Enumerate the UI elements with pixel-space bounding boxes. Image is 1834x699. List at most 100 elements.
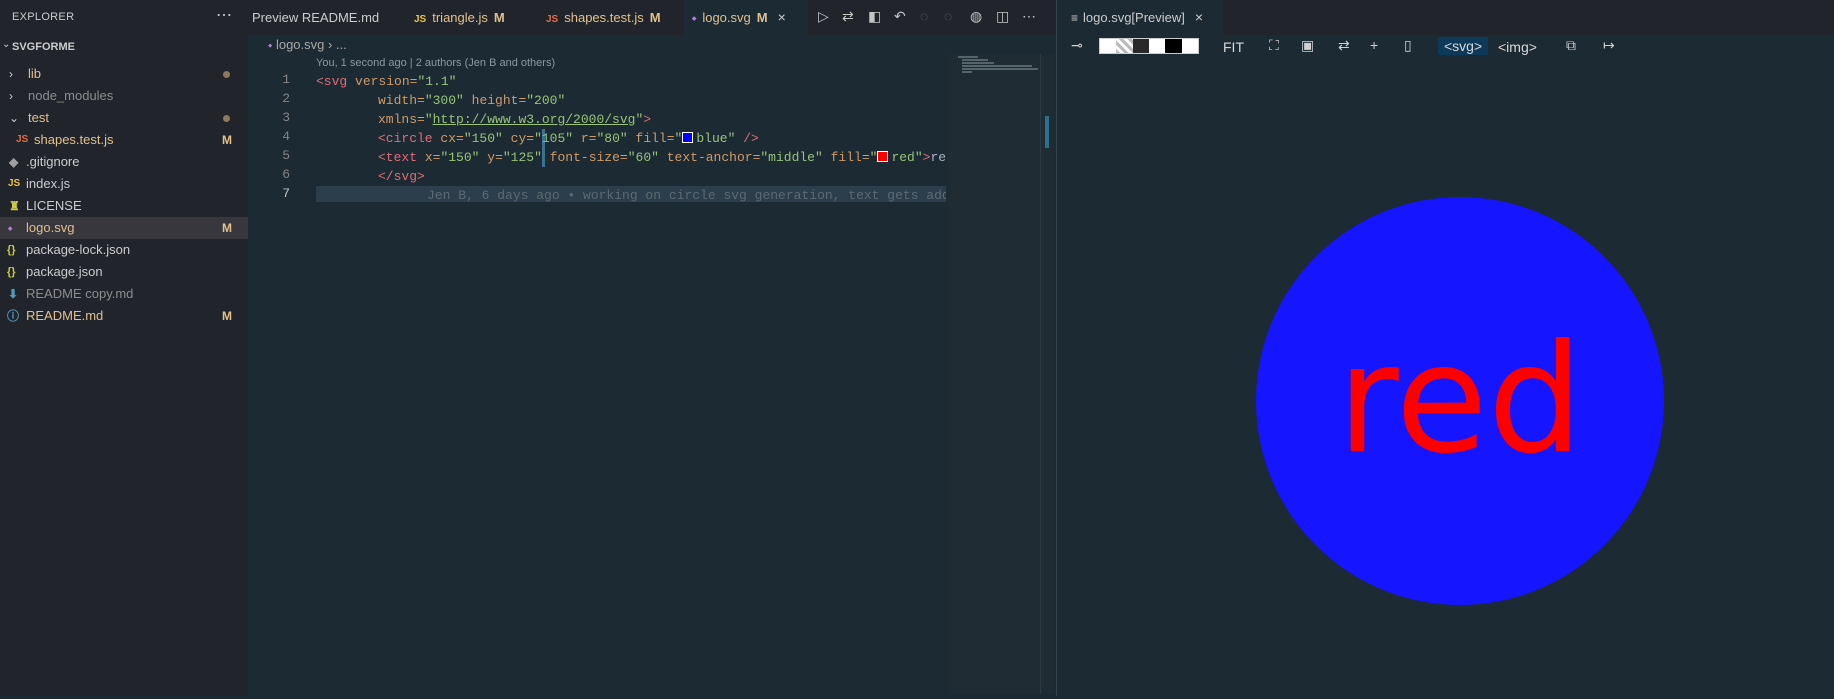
color-swatch-blue[interactable] (682, 132, 694, 143)
tab-logo-svg[interactable]: ⬩ logo.svg M × (684, 0, 808, 35)
scrollbar-thumb[interactable] (1045, 116, 1049, 148)
line-number: 6 (282, 167, 290, 182)
background-pattern-switch[interactable] (1099, 38, 1199, 54)
code-token: "80" (596, 131, 628, 146)
open-preview-icon[interactable]: ◧ (868, 8, 881, 25)
code-token: "60" (627, 150, 659, 165)
code-token: " (424, 112, 433, 127)
previous-change-icon[interactable]: ◌ (920, 8, 928, 24)
breadcrumb-file[interactable]: logo.svg (276, 37, 324, 52)
copy-icon[interactable]: ⧉ (1566, 37, 1576, 54)
bg-swatch-white[interactable] (1100, 39, 1117, 53)
tree-item-label: package-lock.json (26, 242, 131, 257)
go-back-icon[interactable]: ↶ (894, 8, 906, 25)
tree-item-shapes-test[interactable]: JS shapes.test.js M (0, 129, 248, 151)
tree-item-test[interactable]: ⌄ test (0, 107, 248, 129)
zoom-fit-icon[interactable]: ⛶ (1269, 37, 1279, 54)
minimap-line (958, 56, 978, 58)
tab-logo-svg-preview[interactable]: ≡ logo.svg[Preview] × (1057, 0, 1223, 35)
rendered-svg: red (1256, 197, 1664, 605)
project-name: SVGFORME (12, 41, 75, 53)
svg-file-icon: ⬩ (268, 38, 273, 52)
tree-item-label: README copy.md (26, 286, 134, 301)
ellipsis-icon[interactable]: ⋯ (216, 5, 232, 25)
tree-item-gitignore[interactable]: ◆ .gitignore (0, 151, 248, 173)
close-icon[interactable]: × (1195, 9, 1203, 25)
toggle-blame-icon[interactable]: ◍ (970, 8, 982, 25)
code-token: "105" (534, 131, 574, 146)
swap-icon[interactable]: ⇄ (1338, 37, 1350, 54)
code-token: "middle" (760, 150, 823, 165)
js-file-icon: JS (546, 14, 559, 25)
tree-item-node-modules[interactable]: › node_modules (0, 85, 248, 107)
tab-label: Preview README.md (252, 10, 380, 25)
line-number: 1 (282, 72, 290, 87)
modified-dot (223, 115, 230, 122)
code-token: y= (487, 150, 503, 165)
next-change-icon[interactable]: ◌ (944, 8, 952, 24)
tree-item-package-json[interactable]: {} package.json (0, 261, 248, 283)
pin-icon[interactable]: ⊸ (1071, 37, 1083, 54)
inline-blame-annotation[interactable]: Jen B, 6 days ago • working on circle sv… (316, 188, 946, 202)
current-line: Jen B, 6 days ago • working on circle sv… (316, 186, 946, 202)
breadcrumb-rest[interactable]: ... (336, 37, 347, 52)
bg-swatch-light[interactable] (1148, 39, 1166, 53)
bg-swatch-checker[interactable] (1116, 39, 1133, 53)
tree-item-license[interactable]: ♜ LICENSE (0, 195, 248, 217)
add-icon[interactable]: + (1370, 37, 1378, 53)
svg-preview-canvas[interactable]: red (1057, 65, 1834, 696)
more-actions-icon[interactable]: ⋯ (1022, 8, 1036, 25)
breadcrumb[interactable]: ⬩ logo.svg › ... (268, 37, 347, 53)
js-file-icon: JS (16, 134, 29, 145)
tree-item-lib[interactable]: › lib (0, 63, 248, 85)
tree-item-label: README.md (26, 308, 104, 323)
code-line: width="300" height="200" (378, 91, 565, 110)
run-icon[interactable]: ▷ (818, 8, 829, 25)
tab-preview-readme[interactable]: Preview README.md (252, 0, 402, 35)
project-header[interactable]: ⌄ SVGFORME (0, 38, 248, 60)
code-token: /> (743, 131, 759, 146)
bg-swatch-black[interactable] (1165, 39, 1182, 53)
code-token: " (674, 131, 683, 146)
code-editor[interactable]: <svg version="1.1" width="300" height="2… (316, 72, 946, 202)
tree-item-package-lock[interactable]: {} package-lock.json (0, 239, 248, 261)
explorer-sidebar: EXPLORER ⋯ ⌄ SVGFORME › lib › node_modul… (0, 0, 248, 696)
tree-item-index-js[interactable]: JS index.js (0, 173, 248, 195)
close-icon[interactable]: × (778, 9, 786, 25)
tree-item-readme[interactable]: ⓘ README.md M (0, 305, 248, 327)
tab-triangle-js[interactable]: JS triangle.js M (414, 0, 540, 35)
code-token: height= (471, 93, 527, 108)
tree-item-readme-copy[interactable]: ⬇ README copy.md (0, 283, 248, 305)
license-icon: ♜ (9, 199, 20, 213)
bg-swatch-dark[interactable] (1132, 39, 1149, 53)
minimap[interactable] (948, 54, 1040, 694)
svg-file-icon: ⬩ (692, 11, 697, 25)
chevron-down-icon: ⌄ (2, 39, 11, 50)
explorer-title: EXPLORER (12, 11, 75, 23)
tab-shapes-test-js[interactable]: JS shapes.test.js M (546, 0, 676, 35)
frame-icon[interactable]: ▣ (1301, 37, 1314, 54)
export-icon[interactable]: ↦ (1603, 37, 1615, 54)
code-token: fill= (635, 131, 675, 146)
code-token: x= (424, 150, 441, 165)
code-token: version= (355, 74, 418, 89)
code-token: " (914, 150, 923, 165)
tree-item-label: index.js (26, 176, 71, 191)
book-icon[interactable]: ▯ (1404, 37, 1412, 54)
bg-swatch-white2[interactable] (1181, 39, 1198, 53)
tree-item-logo-svg[interactable]: ⬩ logo.svg M (0, 217, 248, 239)
code-token: " (727, 131, 736, 146)
vertical-scrollbar[interactable] (1040, 54, 1055, 694)
code-token: width= (378, 93, 425, 108)
svg-file-icon: ⬩ (8, 221, 13, 235)
compare-changes-icon[interactable]: ⇄ (842, 8, 854, 25)
json-file-icon: {} (7, 266, 16, 278)
fit-button[interactable]: FIT (1223, 39, 1244, 55)
blame-header[interactable]: You, 1 second ago | 2 authors (Jen B and… (316, 57, 555, 69)
color-swatch-red[interactable] (877, 151, 889, 162)
code-token: cy= (510, 131, 535, 146)
img-mode-button[interactable]: <img> (1498, 39, 1537, 55)
svg-mode-button[interactable]: <svg> (1438, 37, 1489, 55)
code-link[interactable]: http://www.w3.org/2000/svg (433, 112, 636, 127)
split-editor-icon[interactable]: ◫ (996, 8, 1009, 25)
